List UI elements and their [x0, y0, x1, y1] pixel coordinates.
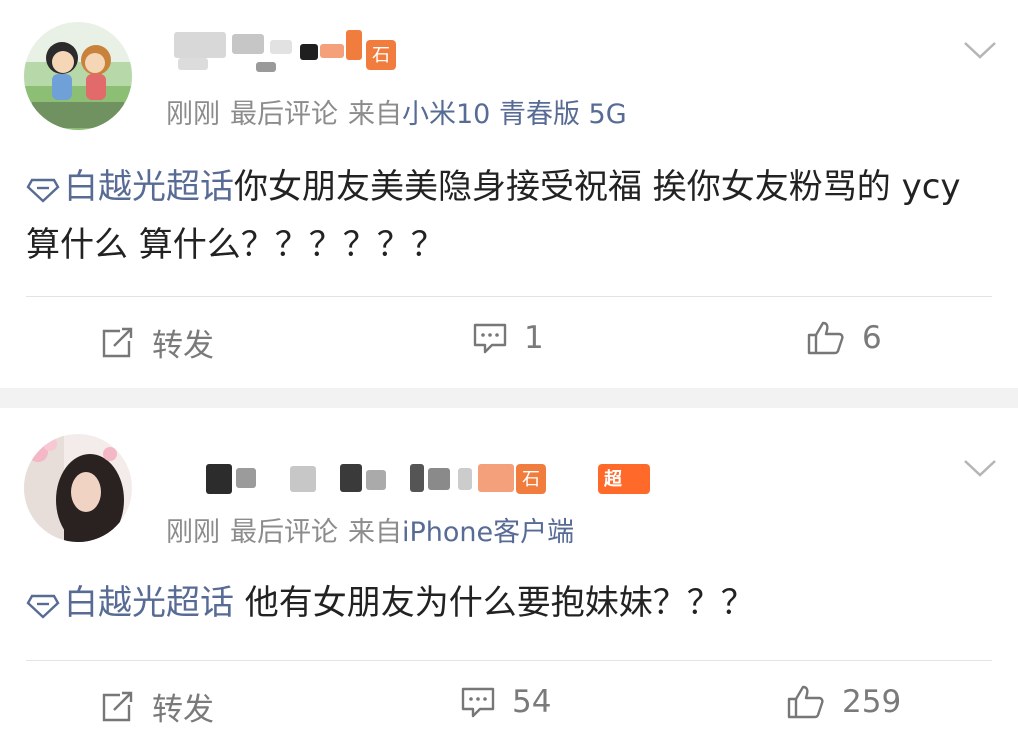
post-type: 最后评论: [230, 517, 338, 548]
comment-icon: [473, 323, 507, 354]
repost-button[interactable]: 转发: [100, 684, 214, 729]
post-card-2: 石 超FUN 刚刚 最后评论 来自iPhone客户端 白越光超话 他有女朋友为什么要…: [0, 408, 1018, 744]
divider: [26, 660, 992, 661]
post-text: 他有女朋友为什么要抱妹妹？？？: [234, 583, 755, 623]
like-count: 6: [862, 320, 882, 356]
comment-button[interactable]: 1: [472, 320, 544, 356]
level-badge: 石: [516, 464, 546, 494]
topic-link[interactable]: 白越光超话: [26, 167, 234, 207]
post-meta: 刚刚 最后评论 来自小米10 青春版 5G: [166, 92, 627, 131]
source-prefix: 来自: [348, 517, 402, 548]
topic-link[interactable]: 白越光超话: [26, 583, 234, 623]
like-count: 259: [842, 684, 902, 720]
topic-label: 白越光超话: [64, 167, 234, 207]
comment-button[interactable]: 54: [460, 684, 551, 720]
repost-icon: [102, 327, 133, 357]
post-content: 白越光超话你女朋友美美隐身接受祝福 挨你女友粉骂的 ycy 算什么 算什么？？？…: [26, 158, 982, 274]
username-blurred[interactable]: 石 超FUN: [170, 460, 650, 519]
post-content: 白越光超话 他有女朋友为什么要抱妹妹？？？: [26, 574, 982, 632]
source-prefix: 来自: [348, 99, 402, 130]
comment-count: 54: [512, 684, 552, 720]
avatar[interactable]: [24, 22, 132, 130]
like-button[interactable]: 259: [786, 684, 901, 720]
topic-diamond-icon: [26, 178, 60, 203]
post-time: 刚刚: [166, 517, 220, 548]
comment-icon: [461, 687, 495, 718]
post-card-1: 石 刚刚 最后评论 来自小米10 青春版 5G 白越光超话你女朋友美美隐身接受祝福 …: [0, 0, 1018, 388]
topic-diamond-icon: [26, 594, 60, 619]
post-time: 刚刚: [166, 99, 220, 130]
fun-badge: 超FUN: [598, 464, 650, 519]
repost-label: 转发: [152, 328, 214, 364]
comment-count: 1: [524, 320, 544, 356]
post-meta: 刚刚 最后评论 来自iPhone客户端: [166, 510, 574, 549]
like-button[interactable]: 6: [806, 320, 882, 356]
post-separator: [0, 388, 1018, 408]
post-type: 最后评论: [230, 99, 338, 130]
chevron-down-icon[interactable]: [962, 456, 998, 480]
avatar[interactable]: [24, 434, 132, 542]
topic-label: 白越光超话: [64, 583, 234, 623]
repost-icon: [102, 691, 133, 721]
username-blurred[interactable]: 石: [170, 30, 470, 72]
source-link[interactable]: 小米10 青春版 5G: [402, 99, 627, 130]
source-link[interactable]: iPhone客户端: [402, 517, 574, 548]
divider: [26, 296, 992, 297]
repost-button[interactable]: 转发: [100, 320, 214, 365]
repost-label: 转发: [152, 692, 214, 728]
level-badge: 石: [366, 40, 396, 70]
like-icon: [807, 321, 844, 355]
chevron-down-icon[interactable]: [962, 38, 998, 62]
like-icon: [787, 685, 824, 719]
